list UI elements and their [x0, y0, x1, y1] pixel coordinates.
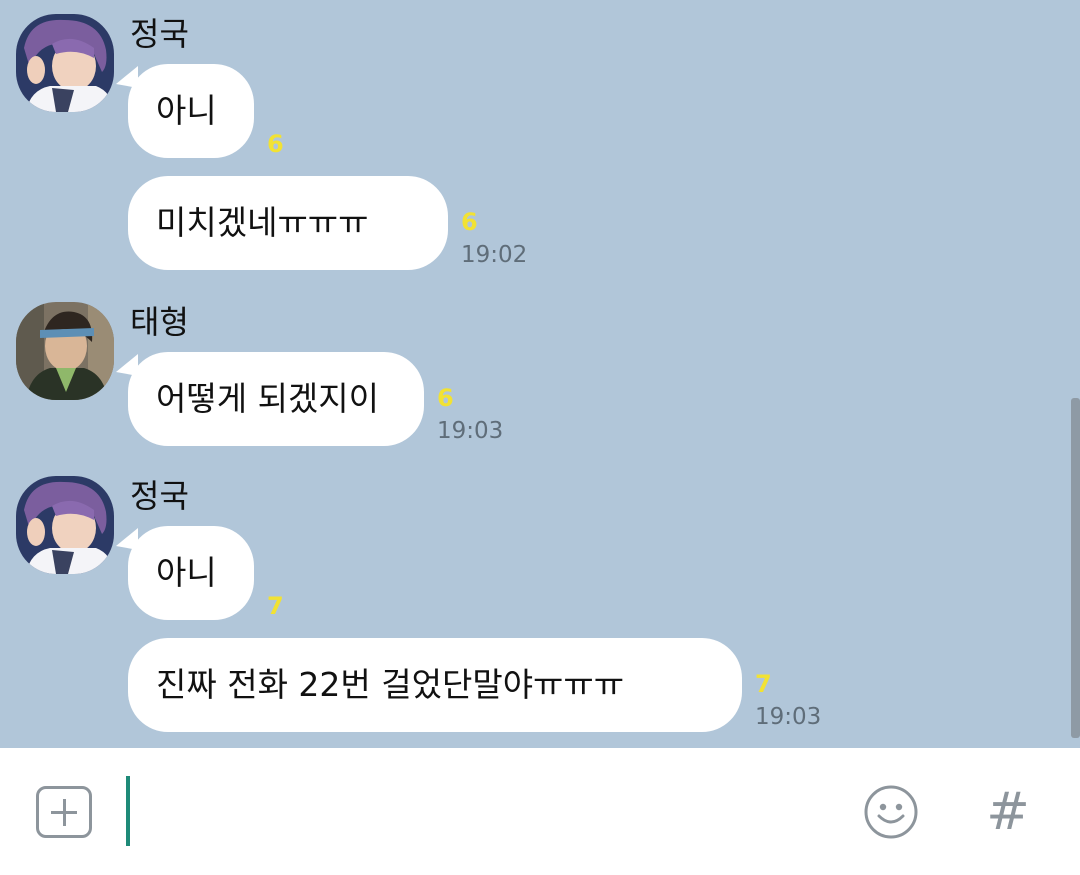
- unread-count: 6: [437, 384, 454, 412]
- hash-icon[interactable]: #: [985, 784, 1031, 840]
- message-bubble[interactable]: 진짜 전화 22번 걸었단말야ㅠㅠㅠ: [128, 638, 742, 732]
- message-bubble[interactable]: 미치겠네ㅠㅠㅠ: [128, 176, 448, 270]
- avatar-jungkook[interactable]: [16, 14, 114, 112]
- smiley-icon[interactable]: [863, 784, 919, 840]
- unread-count: 6: [461, 208, 478, 236]
- message-bubble[interactable]: 아니: [116, 64, 254, 158]
- profile-photo-icon: [16, 302, 114, 400]
- chat-message-list[interactable]: 정국 아니 6 미치겠네ㅠㅠㅠ 6 19:02 태형 어떻게 되겠지이 6 19…: [0, 0, 1080, 748]
- message-timestamp: 19:03: [437, 418, 504, 444]
- plus-square-icon[interactable]: [36, 786, 92, 838]
- scrollbar[interactable]: [1071, 398, 1080, 738]
- message-bubble[interactable]: 어떻게 되겠지이: [116, 352, 424, 446]
- sender-name: 정국: [130, 15, 189, 53]
- unread-count: 6: [267, 130, 284, 158]
- sender-name: 태형: [130, 303, 189, 341]
- profile-photo-icon: [16, 14, 114, 112]
- text-caret: [126, 776, 130, 846]
- sender-name: 정국: [130, 477, 189, 515]
- message-timestamp: 19:03: [755, 704, 822, 730]
- message-timestamp: 19:02: [461, 242, 528, 268]
- avatar-taehyung[interactable]: [16, 302, 114, 400]
- message-bubble[interactable]: 아니: [116, 526, 254, 620]
- unread-count: 7: [755, 670, 772, 698]
- message-input[interactable]: [126, 776, 826, 846]
- unread-count: 7: [267, 592, 284, 620]
- avatar-jungkook[interactable]: [16, 476, 114, 574]
- profile-photo-icon: [16, 476, 114, 574]
